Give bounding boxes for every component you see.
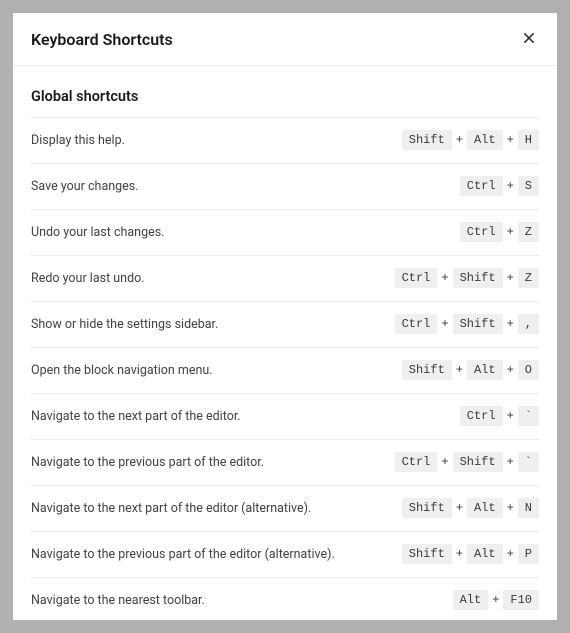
section-title: Global shortcuts — [31, 88, 539, 105]
key: Z — [518, 268, 539, 288]
plus-separator: + — [507, 225, 514, 239]
key: ` — [518, 452, 539, 472]
plus-separator: + — [507, 363, 514, 377]
key: N — [518, 498, 539, 518]
key: Shift — [402, 544, 452, 564]
key: Shift — [402, 130, 452, 150]
shortcut-list: Display this help.Shift+Alt+HSave your c… — [31, 117, 539, 620]
key: Shift — [453, 452, 503, 472]
shortcut-row: Open the block navigation menu. Shift + Alt… — [31, 348, 539, 394]
shortcut-description: Open the block navigation menu. — [31, 363, 213, 378]
key: H — [518, 130, 539, 150]
shortcut-description: Undo your last changes. — [31, 225, 164, 240]
shortcut-keys: Shift + Alt + P — [402, 544, 539, 564]
modal-title: Keyboard Shortcuts — [31, 30, 173, 49]
plus-separator: + — [456, 133, 463, 147]
shortcut-row: Navigate to the next part of the editor.… — [31, 394, 539, 440]
key: Alt — [467, 360, 503, 380]
key: Ctrl — [395, 452, 438, 472]
plus-separator: + — [507, 271, 514, 285]
shortcut-keys: Ctrl + ` — [460, 406, 539, 426]
plus-separator: + — [507, 455, 514, 469]
plus-separator: + — [507, 547, 514, 561]
plus-separator: + — [456, 363, 463, 377]
shortcut-keys: Ctrl+Shift+, — [395, 314, 539, 334]
plus-separator: + — [441, 271, 448, 285]
shortcut-keys: Shift + Alt + O — [402, 360, 539, 380]
shortcut-keys: Ctrl + Z — [460, 222, 539, 242]
plus-separator: + — [507, 179, 514, 193]
key: , — [518, 314, 539, 334]
shortcut-row: Display this help. Shift + Alt + H — [31, 117, 539, 164]
shortcut-description: Navigate to the nearest toolbar. — [31, 593, 205, 608]
plus-separator: + — [441, 317, 448, 331]
plus-separator: + — [441, 455, 448, 469]
shortcut-keys: Ctrl+Shift+Z — [395, 268, 539, 288]
shortcut-row: Save your changes. Ctrl + S — [31, 164, 539, 210]
close-icon — [521, 30, 537, 49]
shortcut-row: Navigate to the next part of the editor … — [31, 486, 539, 532]
shortcut-description: Display this help. — [31, 133, 125, 148]
plus-separator: + — [507, 409, 514, 423]
shortcut-keys: Ctrl + S — [460, 176, 539, 196]
key: Shift — [402, 498, 452, 518]
key: Alt — [467, 544, 503, 564]
key: Ctrl — [460, 176, 503, 196]
shortcut-description: Navigate to the previous part of the edi… — [31, 547, 335, 562]
shortcut-description: Navigate to the previous part of the edi… — [31, 455, 264, 470]
key: P — [518, 544, 539, 564]
key: Z — [518, 222, 539, 242]
key: Ctrl — [395, 314, 438, 334]
key: Ctrl — [460, 406, 503, 426]
key: ` — [518, 406, 539, 426]
plus-separator: + — [456, 547, 463, 561]
shortcut-row: Navigate to the previous part of the edi… — [31, 532, 539, 578]
key: F10 — [503, 590, 539, 610]
key: Ctrl — [395, 268, 438, 288]
key: Alt — [467, 498, 503, 518]
shortcut-description: Navigate to the next part of the editor. — [31, 409, 241, 424]
shortcut-row: Redo your last undo.Ctrl+Shift+Z — [31, 256, 539, 302]
shortcut-row: Show or hide the settings sidebar.Ctrl+S… — [31, 302, 539, 348]
plus-separator: + — [507, 501, 514, 515]
close-button[interactable] — [519, 28, 539, 51]
key: Shift — [402, 360, 452, 380]
shortcut-description: Save your changes. — [31, 179, 139, 194]
key: S — [518, 176, 539, 196]
key: Alt — [453, 590, 489, 610]
plus-separator: + — [507, 133, 514, 147]
shortcut-row: Undo your last changes. Ctrl + Z — [31, 210, 539, 256]
shortcut-description: Navigate to the next part of the editor … — [31, 501, 311, 516]
modal-body: Global shortcuts Display this help. Shift… — [13, 66, 557, 620]
shortcut-description: Redo your last undo. — [31, 271, 145, 286]
plus-separator: + — [492, 593, 499, 607]
shortcut-keys: Shift + Alt + N — [402, 498, 539, 518]
shortcut-keys: Alt+ F10 — [453, 590, 539, 610]
shortcut-row: Navigate to the previous part of the edi… — [31, 440, 539, 486]
shortcut-keys: Shift + Alt + H — [402, 130, 539, 150]
key: O — [518, 360, 539, 380]
keyboard-shortcuts-modal: Keyboard Shortcuts Global shortcuts Disp… — [13, 13, 557, 620]
key: Shift — [453, 314, 503, 334]
plus-separator: + — [507, 317, 514, 331]
key: Shift — [453, 268, 503, 288]
shortcut-row: Navigate to the nearest toolbar. Alt+ F10 — [31, 578, 539, 620]
key: Alt — [467, 130, 503, 150]
plus-separator: + — [456, 501, 463, 515]
shortcut-keys: Ctrl+Shift+` — [395, 452, 539, 472]
key: Ctrl — [460, 222, 503, 242]
shortcut-description: Show or hide the settings sidebar. — [31, 317, 218, 332]
modal-header: Keyboard Shortcuts — [13, 13, 557, 66]
